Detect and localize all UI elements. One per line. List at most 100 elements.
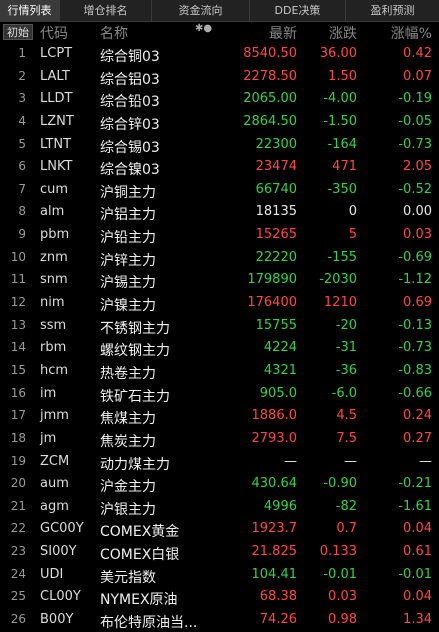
row-code: nim	[40, 295, 65, 311]
row-percent: -0.66	[398, 385, 432, 401]
row-index: 3	[18, 91, 26, 106]
row-change: 471	[332, 159, 357, 175]
table-row[interactable]: 21 agm 沪银主力 4996 -82 -1.61	[0, 496, 439, 519]
row-price: 2864.50	[243, 113, 297, 129]
table-row[interactable]: 8 alm 沪铝主力 18135 0 0.00	[0, 201, 439, 224]
table-row[interactable]: 16 im 铁矿石主力 905.0 -6.0 -0.66	[0, 383, 439, 406]
row-change: -1.50	[323, 113, 357, 129]
table-row[interactable]: 1 LCPT 综合铜03 8540.50 36.00 0.42	[0, 43, 439, 66]
row-code: LNKT	[40, 159, 73, 175]
table-row[interactable]: 22 GC00Y COMEX黄金 1923.7 0.7 0.04	[0, 518, 439, 541]
row-price: 18135	[255, 204, 297, 220]
row-price: 4224	[263, 340, 297, 356]
row-change: -31	[335, 340, 357, 356]
tab-market-list[interactable]: 行情列表	[0, 0, 60, 21]
row-index: 26	[10, 612, 26, 627]
row-index: 21	[10, 498, 26, 513]
row-name: 螺纹钢主力	[100, 343, 170, 360]
tab-profit-forecast[interactable]: 盈利预测	[346, 0, 439, 21]
row-price: 68.38	[259, 589, 297, 605]
table-row[interactable]: 20 aum 沪金主力 430.64 -0.90 -0.21	[0, 473, 439, 496]
row-percent: 0.04	[403, 589, 432, 605]
header-code[interactable]: 代码	[40, 23, 68, 43]
row-percent: -0.52	[398, 181, 432, 197]
row-percent: -0.83	[398, 362, 432, 378]
row-code: im	[40, 385, 57, 401]
row-percent: -0.21	[398, 476, 432, 492]
table-row[interactable]: 9 pbm 沪铅主力 15265 5 0.03	[0, 224, 439, 247]
table-row[interactable]: 18 jm 焦炭主力 2793.0 7.5 0.27	[0, 428, 439, 451]
row-price: 2793.0	[251, 430, 298, 446]
row-code: jm	[40, 430, 57, 446]
row-code: LCPT	[40, 46, 73, 61]
table-row[interactable]: 3 LLDT 综合铅03 2065.00 -4.00 -0.19	[0, 88, 439, 111]
row-price: 4321	[263, 362, 297, 378]
row-percent: 0.27	[403, 430, 432, 446]
tab-fund-flow[interactable]: 资金流向	[152, 0, 250, 21]
row-code: pbm	[40, 227, 70, 243]
row-index: 19	[10, 453, 26, 468]
table-row[interactable]: 6 LNKT 综合镍03 23474 471 2.05	[0, 156, 439, 179]
row-index: 17	[10, 408, 26, 423]
row-name: 沪铅主力	[100, 230, 156, 247]
row-name: 综合镍03	[100, 162, 160, 179]
table-row[interactable]: 26 B00Y 布伦特原油当... 74.26 0.98 1.34	[0, 609, 439, 632]
row-name: 综合锡03	[100, 139, 160, 156]
init-button[interactable]: 初始	[3, 24, 33, 40]
row-price: 176400	[247, 295, 297, 311]
header-change[interactable]: 涨跌	[329, 23, 357, 43]
row-change: -4.00	[323, 91, 357, 107]
table-row[interactable]: 24 UDI 美元指数 104.41 -0.01 -0.01	[0, 564, 439, 587]
row-change: -82	[335, 498, 357, 514]
row-name: 热卷主力	[100, 365, 156, 382]
table-row[interactable]: 19 ZCM 动力煤主力 — — —	[0, 451, 439, 474]
header-price[interactable]: 最新	[269, 23, 297, 43]
tab-dde[interactable]: DDE决策	[250, 0, 346, 21]
row-price: 179890	[247, 272, 297, 288]
row-change: 1.50	[328, 68, 357, 84]
table-row[interactable]: 5 LTNT 综合锡03 22300 -164 -0.73	[0, 134, 439, 157]
row-index: 24	[10, 566, 26, 581]
row-index: 6	[18, 159, 26, 174]
row-percent: -0.19	[398, 91, 432, 107]
table-row[interactable]: 25 CL00Y NYMEX原油 68.38 0.03 0.04	[0, 586, 439, 609]
row-percent: 0.03	[403, 227, 432, 243]
column-header: 初始 代码 名称 ✱● 最新 涨跌 涨幅%	[0, 22, 439, 42]
row-percent: -1.61	[398, 498, 432, 514]
row-index: 23	[10, 544, 26, 559]
tab-position-rank[interactable]: 增仓排名	[60, 0, 152, 21]
row-percent: -0.01	[398, 566, 432, 582]
table-row[interactable]: 10 znm 沪锌主力 22220 -155 -0.69	[0, 247, 439, 270]
row-index: 20	[10, 476, 26, 491]
row-code: GC00Y	[40, 521, 84, 537]
table-row[interactable]: 13 ssm 不锈钢主力 15755 -20 -0.13	[0, 315, 439, 338]
row-price: 1923.7	[251, 521, 298, 537]
row-index: 5	[18, 136, 26, 151]
row-index: 7	[18, 181, 26, 196]
sort-indicator-icon[interactable]: ✱●	[195, 23, 212, 34]
row-index: 15	[10, 362, 26, 377]
quote-list: 1 LCPT 综合铜03 8540.50 36.00 0.42 2 LALT 综合铝03 2278…	[0, 43, 439, 632]
table-row[interactable]: 17 jmm 焦煤主力 1886.0 4.5 0.24	[0, 405, 439, 428]
tab-bar: 行情列表 增仓排名 资金流向 DDE决策 盈利预测	[0, 0, 439, 22]
header-percent[interactable]: 涨幅%	[391, 23, 432, 43]
row-name: 综合铝03	[100, 71, 160, 88]
row-index: 9	[18, 227, 26, 242]
row-price: —	[284, 453, 297, 469]
table-row[interactable]: 7 cum 沪铜主力 66740 -350 -0.52	[0, 179, 439, 202]
row-code: LLDT	[40, 91, 73, 107]
row-change: 4.5	[336, 408, 357, 424]
table-row[interactable]: 11 snm 沪锡主力 179890 -2030 -1.12	[0, 269, 439, 292]
row-change: -0.01	[323, 566, 357, 582]
row-name: 铁矿石主力	[100, 388, 170, 405]
header-name[interactable]: 名称	[100, 23, 128, 43]
table-row[interactable]: 12 nim 沪镍主力 176400 1210 0.69	[0, 292, 439, 315]
table-row[interactable]: 14 rbm 螺纹钢主力 4224 -31 -0.73	[0, 337, 439, 360]
row-percent: 0.24	[403, 408, 432, 424]
table-row[interactable]: 2 LALT 综合铝03 2278.50 1.50 0.07	[0, 66, 439, 89]
table-row[interactable]: 4 LZNT 综合锌03 2864.50 -1.50 -0.05	[0, 111, 439, 134]
row-code: ssm	[40, 317, 67, 333]
table-row[interactable]: 23 SI00Y COMEX白银 21.825 0.133 0.61	[0, 541, 439, 564]
table-row[interactable]: 15 hcm 热卷主力 4321 -36 -0.83	[0, 360, 439, 383]
row-code: znm	[40, 249, 68, 265]
